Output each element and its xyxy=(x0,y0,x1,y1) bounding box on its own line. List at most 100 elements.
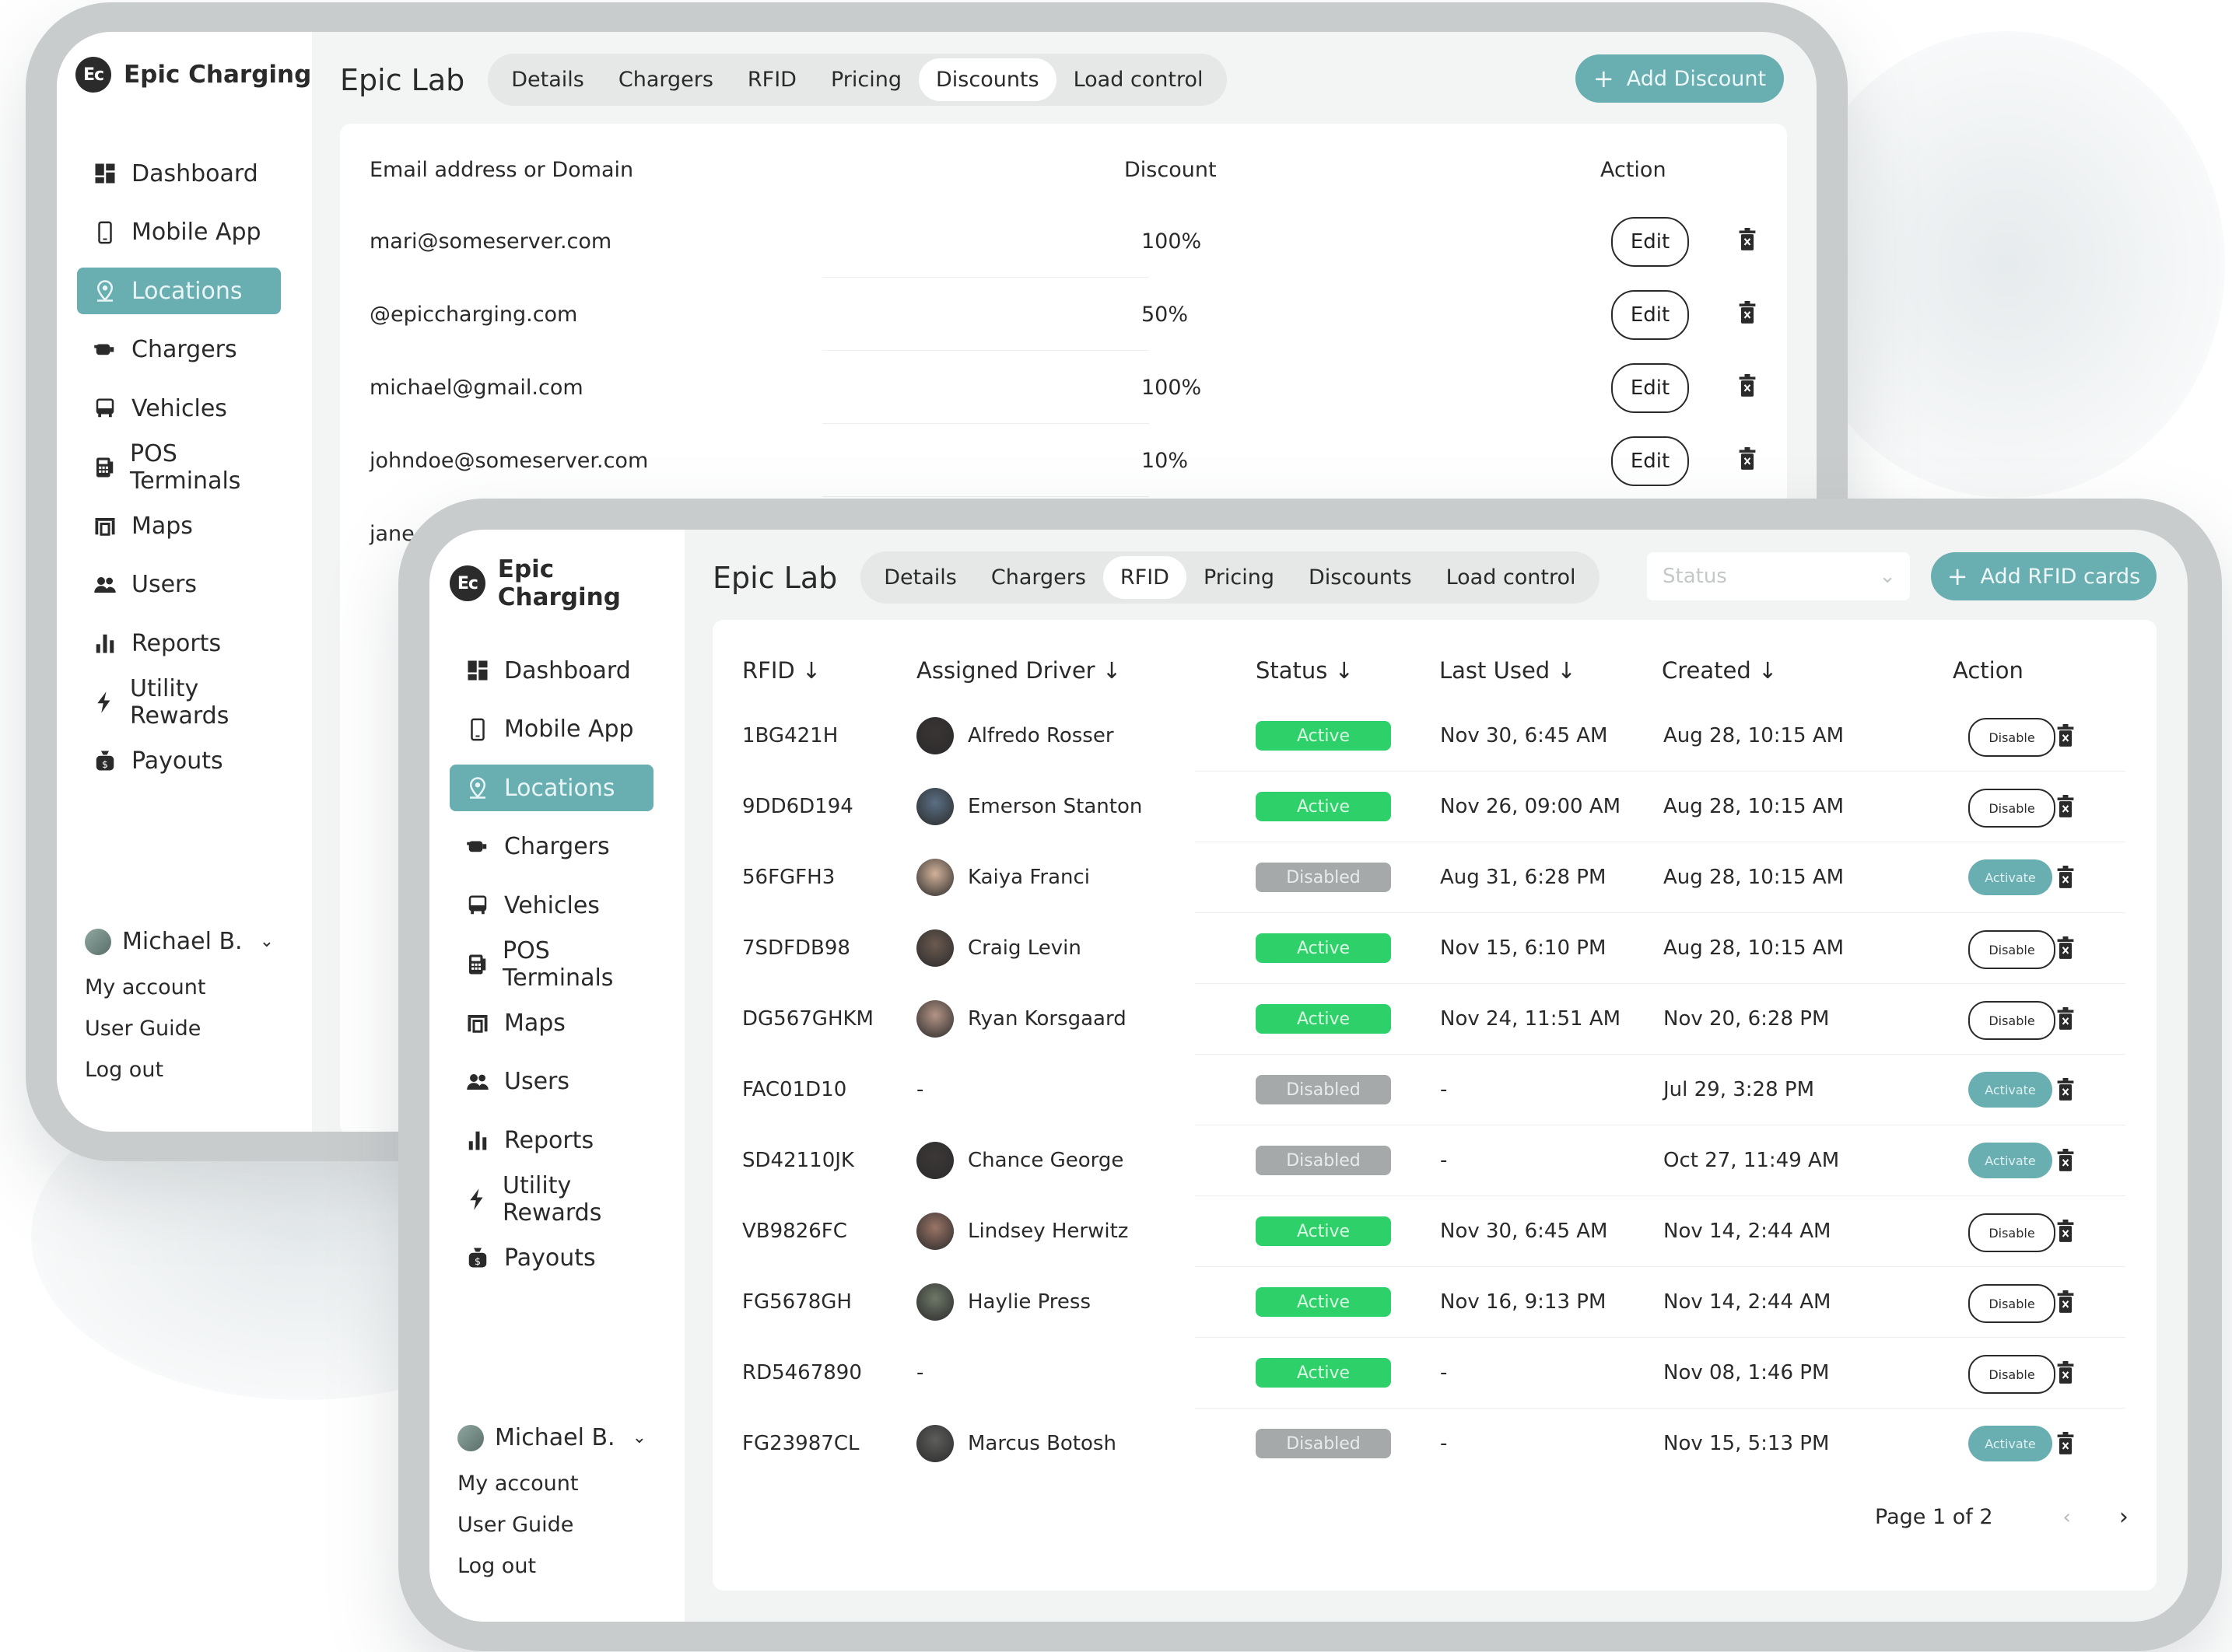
sidebar-item-mobile-app[interactable]: Mobile App xyxy=(450,706,653,753)
table-row[interactable]: FG23987CL Marcus Botosh Disabled - Nov 15, 5… xyxy=(713,1409,2157,1479)
trash-icon[interactable] xyxy=(2056,1432,2075,1458)
brand[interactable]: Ec Epic Charging xyxy=(450,555,685,611)
disable-button[interactable]: Disable xyxy=(1968,1284,2055,1323)
tab-load-control[interactable]: Load control xyxy=(1429,556,1593,599)
column-header-driver[interactable]: Assigned Driver ↓ xyxy=(916,657,1121,684)
tab-rfid[interactable]: RFID xyxy=(731,58,814,101)
sidebar-item-vehicles[interactable]: Vehicles xyxy=(450,882,653,929)
disable-button[interactable]: Disable xyxy=(1968,1355,2055,1394)
table-row[interactable]: SD42110JK Chance George Disabled - Oct 27, 1… xyxy=(713,1125,2157,1196)
table-row[interactable]: 1BG421H Alfredo Rosser Active Nov 30, 6:45 … xyxy=(713,701,2157,772)
tab-discounts[interactable]: Discounts xyxy=(1291,556,1429,599)
disable-button[interactable]: Disable xyxy=(1968,930,2055,969)
table-row[interactable]: 7SDFDB98 Craig Levin Active Nov 15, 6:10 PM… xyxy=(713,913,2157,984)
trash-icon[interactable] xyxy=(1738,301,1757,327)
tab-chargers[interactable]: Chargers xyxy=(601,58,731,101)
user-guide-link[interactable]: User Guide xyxy=(85,1017,274,1041)
user-dropdown[interactable]: Michael B. ⌄ xyxy=(457,1424,646,1451)
sidebar-item-maps[interactable]: Maps xyxy=(77,502,281,549)
sidebar-item-utility-rewards[interactable]: Utility Rewards xyxy=(77,675,281,730)
sidebar-item-users[interactable]: Users xyxy=(450,1059,653,1105)
table-row: michael@gmail.com 100% Edit xyxy=(340,351,1787,424)
avatar xyxy=(916,1425,954,1462)
add-rfid-cards-button[interactable]: + Add RFID cards xyxy=(1931,552,2157,600)
sidebar-item-dashboard[interactable]: Dashboard xyxy=(450,647,653,694)
sidebar-item-pos-terminals[interactable]: POS Terminals xyxy=(77,440,281,495)
disable-button[interactable]: Disable xyxy=(1968,1213,2055,1252)
my-account-link[interactable]: My account xyxy=(457,1472,646,1496)
trash-icon[interactable] xyxy=(1738,228,1757,254)
column-header-last-used[interactable]: Last Used ↓ xyxy=(1439,657,1576,684)
table-row[interactable]: VB9826FC Lindsey Herwitz Active Nov 30, 6:4… xyxy=(713,1196,2157,1267)
sidebar-item-payouts[interactable]: $ Payouts xyxy=(450,1234,653,1281)
tab-rfid[interactable]: RFID xyxy=(1102,556,1186,599)
trash-icon[interactable] xyxy=(2056,1290,2075,1317)
sidebar-item-chargers[interactable]: Chargers xyxy=(77,327,281,373)
activate-button[interactable]: Activate xyxy=(1968,859,2052,895)
user-guide-link[interactable]: User Guide xyxy=(457,1513,646,1537)
trash-icon[interactable] xyxy=(2056,1361,2075,1388)
tab-discounts[interactable]: Discounts xyxy=(918,58,1056,101)
disable-button[interactable]: Disable xyxy=(1968,1001,2055,1040)
table-row[interactable]: DG567GHKM Ryan Korsgaard Active Nov 24, 11:… xyxy=(713,984,2157,1055)
tab-load-control[interactable]: Load control xyxy=(1056,58,1221,101)
table-row[interactable]: FAC01D10 - Disabled - Jul 29, 3:28 PM Activat… xyxy=(713,1055,2157,1125)
edit-button[interactable]: Edit xyxy=(1611,290,1689,340)
log-out-link[interactable]: Log out xyxy=(85,1058,274,1082)
trash-icon[interactable] xyxy=(2056,1078,2075,1104)
sidebar-item-vehicles[interactable]: Vehicles xyxy=(77,385,281,432)
edit-button[interactable]: Edit xyxy=(1611,436,1689,486)
log-out-link[interactable]: Log out xyxy=(457,1554,646,1578)
sidebar-item-users[interactable]: Users xyxy=(77,562,281,608)
sidebar-item-dashboard[interactable]: Dashboard xyxy=(77,150,281,197)
trash-icon[interactable] xyxy=(1738,447,1757,474)
sidebar-item-mobile-app[interactable]: Mobile App xyxy=(77,209,281,256)
activate-button[interactable]: Activate xyxy=(1968,1426,2052,1461)
chevron-down-icon: ⌄ xyxy=(632,1428,646,1447)
trash-icon[interactable] xyxy=(2056,1220,2075,1246)
brand[interactable]: Ec Epic Charging xyxy=(75,57,311,93)
trash-icon[interactable] xyxy=(2056,866,2075,892)
chevron-left-icon[interactable]: ‹ xyxy=(2063,1506,2071,1529)
trash-icon[interactable] xyxy=(1738,374,1757,401)
activate-button[interactable]: Activate xyxy=(1968,1143,2052,1178)
sidebar-item-label: Dashboard xyxy=(131,159,258,187)
table-row[interactable]: RD5467890 - Active - Nov 08, 1:46 PM Disable xyxy=(713,1338,2157,1409)
tab-chargers[interactable]: Chargers xyxy=(974,556,1103,599)
trash-icon[interactable] xyxy=(2056,936,2075,963)
disable-button[interactable]: Disable xyxy=(1968,789,2055,828)
sidebar-item-locations[interactable]: Locations xyxy=(450,765,653,811)
table-row[interactable]: 56FGFH3 Kaiya Franci Disabled Aug 31, 6:28 … xyxy=(713,842,2157,913)
trash-icon[interactable] xyxy=(2056,1007,2075,1034)
sidebar-item-locations[interactable]: Locations xyxy=(77,268,281,314)
sidebar-item-utility-rewards[interactable]: Utility Rewards xyxy=(450,1172,653,1227)
my-account-link[interactable]: My account xyxy=(85,975,274,999)
table-row[interactable]: FG5678GH Haylie Press Active Nov 16, 9:13 P… xyxy=(713,1267,2157,1338)
trash-icon[interactable] xyxy=(2056,724,2075,751)
sidebar-item-maps[interactable]: Maps xyxy=(450,999,653,1046)
disable-button[interactable]: Disable xyxy=(1968,718,2055,757)
sidebar-item-chargers[interactable]: Chargers xyxy=(450,824,653,870)
activate-button[interactable]: Activate xyxy=(1968,1072,2052,1108)
tab-pricing[interactable]: Pricing xyxy=(814,58,919,101)
trash-icon[interactable] xyxy=(2056,795,2075,821)
trash-icon[interactable] xyxy=(2056,1149,2075,1175)
chevron-right-icon[interactable]: › xyxy=(2119,1503,2129,1531)
sidebar-item-reports[interactable]: Reports xyxy=(450,1117,653,1164)
tab-details[interactable]: Details xyxy=(867,556,974,599)
last-used-cell: Nov 24, 11:51 AM xyxy=(1440,1007,1621,1031)
sidebar-item-payouts[interactable]: $ Payouts xyxy=(77,737,281,784)
user-dropdown[interactable]: Michael B. ⌄ xyxy=(85,928,274,955)
edit-button[interactable]: Edit xyxy=(1611,363,1689,413)
add-discount-button[interactable]: + Add Discount xyxy=(1575,54,1784,103)
table-row[interactable]: 9DD6D194 Emerson Stanton Active Nov 26, 09:… xyxy=(713,772,2157,842)
sidebar-item-pos-terminals[interactable]: POS Terminals xyxy=(450,937,653,992)
tab-pricing[interactable]: Pricing xyxy=(1186,556,1291,599)
status-filter-select[interactable]: Status ⌄ xyxy=(1647,552,1910,600)
column-header-created[interactable]: Created ↓ xyxy=(1662,657,1777,684)
sidebar-item-reports[interactable]: Reports xyxy=(77,620,281,667)
tab-details[interactable]: Details xyxy=(494,58,601,101)
column-header-status[interactable]: Status ↓ xyxy=(1256,657,1354,684)
edit-button[interactable]: Edit xyxy=(1611,217,1689,267)
column-header-rfid[interactable]: RFID ↓ xyxy=(742,657,821,684)
